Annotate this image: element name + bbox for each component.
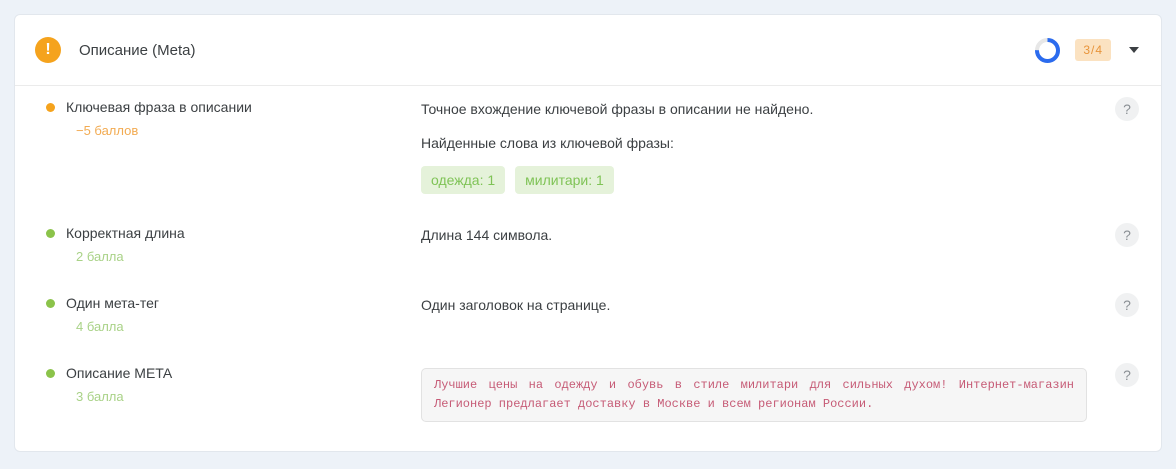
chevron-down-icon[interactable] [1129,47,1139,53]
check-row-left: Ключевая фраза в описании −5 баллов [46,99,421,138]
meta-description-code: Лучшие цены на одежду и обувь в стиле ми… [421,368,1087,422]
check-label: Корректная длина [66,225,185,241]
keyword-tag: милитари: 1 [515,166,614,194]
check-row-meta-description: Описание META 3 балла Лучшие цены на оде… [15,363,1161,422]
check-points: 3 балла [76,389,124,404]
help-icon[interactable]: ? [1115,363,1139,387]
check-row-help: ? [1115,97,1139,121]
check-row-help: ? [1115,293,1139,317]
help-glyph: ? [1123,227,1131,243]
warning-icon: ! [35,37,61,63]
check-row-content: Лучшие цены на одежду и обувь в стиле ми… [421,365,1115,422]
check-row-left: Корректная длина 2 балла [46,225,421,264]
check-row-keyword-phrase: Ключевая фраза в описании −5 баллов Точн… [15,97,1161,194]
check-label: Один мета-тег [66,295,159,311]
result-text: Один заголовок на странице. [421,297,611,313]
result-text: Длина 144 символа. [421,227,553,243]
check-row-content: Один заголовок на странице. [421,295,1115,315]
check-label: Описание META [66,365,173,381]
help-icon[interactable]: ? [1115,223,1139,247]
check-row-left: Один мета-тег 4 балла [46,295,421,334]
check-row-left: Описание META 3 балла [46,365,421,404]
result-text: Найденные слова из ключевой фразы: [421,135,674,151]
checks-list: Ключевая фраза в описании −5 баллов Точн… [15,86,1161,422]
help-icon[interactable]: ? [1115,293,1139,317]
warning-glyph: ! [45,41,51,58]
check-row-single-meta-tag: Один мета-тег 4 балла Один заголовок на … [15,293,1161,334]
score-badge: 3/4 [1075,39,1111,61]
check-row-help: ? [1115,223,1139,247]
help-glyph: ? [1123,101,1131,117]
result-text: Точное вхождение ключевой фразы в описан… [421,101,814,117]
check-points: −5 баллов [76,123,139,138]
loading-spinner-icon [1035,37,1061,63]
status-dot-ok [46,228,55,238]
check-row-correct-length: Корректная длина 2 балла Длина 144 симво… [15,223,1161,264]
status-dot-warning [46,102,55,112]
keyword-tag: одежда: 1 [421,166,506,194]
check-row-content: Точное вхождение ключевой фразы в описан… [421,99,1115,194]
panel-header[interactable]: ! Описание (Meta) 3/4 [15,15,1161,86]
keyword-tags: одежда: 1 милитари: 1 [421,166,1087,194]
meta-description-panel: ! Описание (Meta) 3/4 Ключевая фраза в о… [14,14,1162,452]
status-dot-ok [46,298,55,308]
help-glyph: ? [1123,367,1131,383]
header-right-cluster: 3/4 [1034,37,1139,64]
check-row-content: Длина 144 символа. [421,225,1115,245]
check-points: 4 балла [76,319,124,334]
help-icon[interactable]: ? [1115,97,1139,121]
help-glyph: ? [1123,297,1131,313]
panel-title: Описание (Meta) [79,41,196,59]
status-dot-ok [46,368,55,378]
check-label: Ключевая фраза в описании [66,99,252,115]
check-points: 2 балла [76,249,124,264]
check-row-help: ? [1115,363,1139,387]
